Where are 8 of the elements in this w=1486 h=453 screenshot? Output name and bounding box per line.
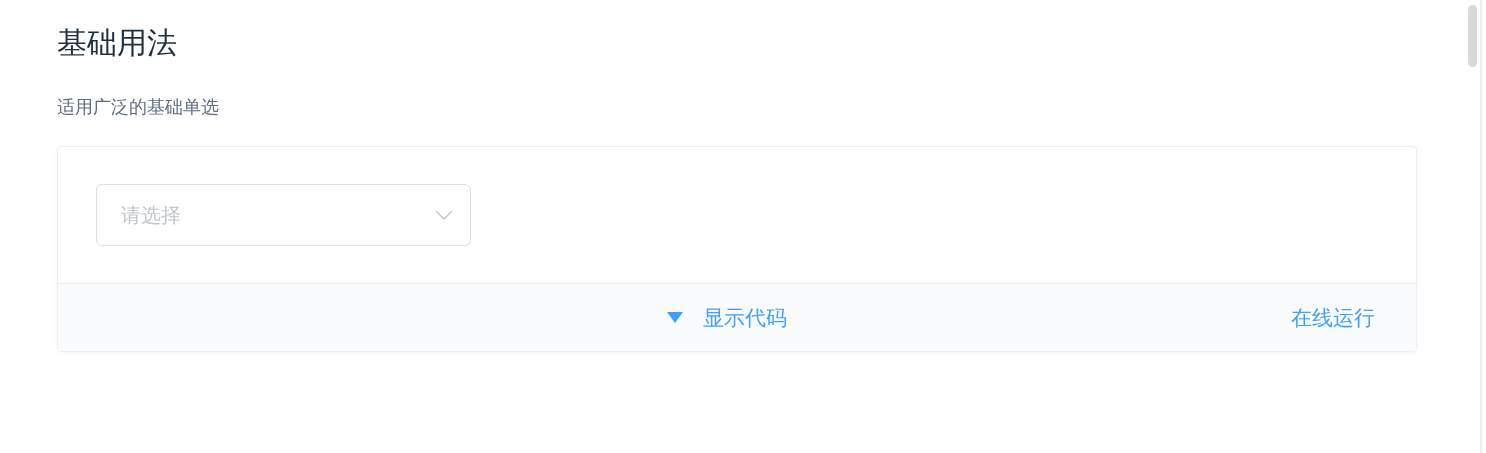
show-code-button[interactable]: 显示代码 [667,303,787,332]
scrollbar-thumb[interactable] [1468,5,1477,67]
chevron-down-icon [435,210,453,220]
select-field[interactable]: 请选择 [96,184,471,246]
run-online-link[interactable]: 在线运行 [1291,303,1375,332]
section-title: 基础用法 [57,24,178,62]
section-description: 适用广泛的基础单选 [57,95,220,119]
caret-down-icon [667,312,683,323]
